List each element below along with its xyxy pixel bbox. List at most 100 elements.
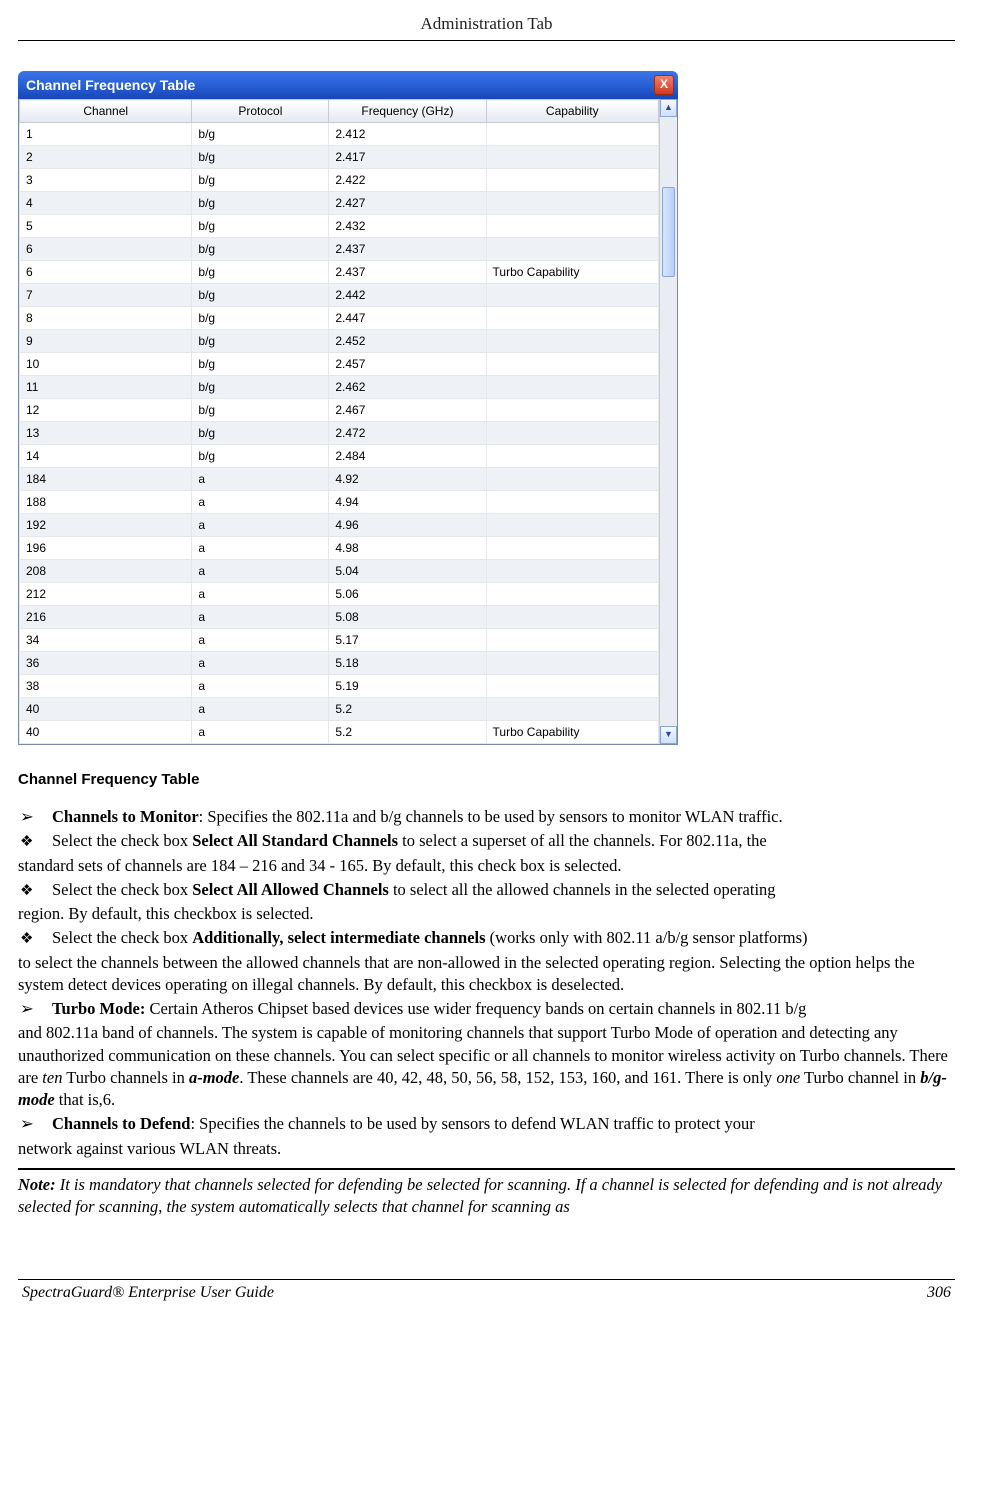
col-channel[interactable]: Channel xyxy=(20,100,192,123)
cell-cap xyxy=(486,399,658,422)
cell-freq: 2.442 xyxy=(329,284,486,307)
table-row[interactable]: 13b/g2.472 xyxy=(20,422,659,445)
table-row[interactable]: 10b/g2.457 xyxy=(20,353,659,376)
b1-rest: : Specifies the 802.11a and b/g channels… xyxy=(199,807,783,826)
cell-ch: 40 xyxy=(20,721,192,744)
cell-freq: 4.94 xyxy=(329,491,486,514)
note-label: Note: xyxy=(18,1175,56,1194)
col-protocol[interactable]: Protocol xyxy=(192,100,329,123)
cell-freq: 5.19 xyxy=(329,675,486,698)
scroll-thumb[interactable] xyxy=(662,187,675,277)
cell-freq: 5.04 xyxy=(329,560,486,583)
body-text: ➢ Channels to Monitor: Specifies the 802… xyxy=(18,806,955,1160)
cell-ch: 9 xyxy=(20,330,192,353)
footer-page-number: 306 xyxy=(927,1284,951,1302)
table-row[interactable]: 188a4.94 xyxy=(20,491,659,514)
cell-freq: 4.96 xyxy=(329,514,486,537)
cell-ch: 4 xyxy=(20,192,192,215)
page-header-title: Administration Tab xyxy=(18,14,955,40)
table-row[interactable]: 6b/g2.437 xyxy=(20,238,659,261)
close-icon[interactable]: X xyxy=(654,75,674,95)
table-row[interactable]: 11b/g2.462 xyxy=(20,376,659,399)
cell-proto: b/g xyxy=(192,192,329,215)
col-frequency[interactable]: Frequency (GHz) xyxy=(329,100,486,123)
table-row[interactable]: 4b/g2.427 xyxy=(20,192,659,215)
cell-ch: 212 xyxy=(20,583,192,606)
bullet-intermediate-channels: Select the check box Additionally, selec… xyxy=(52,927,955,949)
table-row[interactable]: 9b/g2.452 xyxy=(20,330,659,353)
cell-ch: 38 xyxy=(20,675,192,698)
cell-freq: 2.437 xyxy=(329,261,486,284)
table-row[interactable]: 196a4.98 xyxy=(20,537,659,560)
cell-freq: 2.437 xyxy=(329,238,486,261)
col-capability[interactable]: Capability xyxy=(486,100,658,123)
cell-freq: 2.462 xyxy=(329,376,486,399)
cell-proto: b/g xyxy=(192,353,329,376)
table-row[interactable]: 8b/g2.447 xyxy=(20,307,659,330)
table-row[interactable]: 34a5.17 xyxy=(20,629,659,652)
cell-proto: b/g xyxy=(192,422,329,445)
cell-ch: 192 xyxy=(20,514,192,537)
table-row[interactable]: 5b/g2.432 xyxy=(20,215,659,238)
table-row[interactable]: 184a4.92 xyxy=(20,468,659,491)
table-row[interactable]: 40a5.2 xyxy=(20,698,659,721)
cell-proto: a xyxy=(192,652,329,675)
b3-post: to select all the allowed channels in th… xyxy=(389,880,776,899)
cell-proto: b/g xyxy=(192,399,329,422)
cell-proto: a xyxy=(192,629,329,652)
bullet-allowed-channels: Select the check box Select All Allowed … xyxy=(52,879,955,901)
cell-proto: b/g xyxy=(192,307,329,330)
table-row[interactable]: 212a5.06 xyxy=(20,583,659,606)
cell-freq: 5.2 xyxy=(329,698,486,721)
table-row[interactable]: 216a5.08 xyxy=(20,606,659,629)
cell-cap xyxy=(486,514,658,537)
cell-proto: a xyxy=(192,583,329,606)
arrow-icon: ➢ xyxy=(18,1113,52,1135)
footer-left: SpectraGuard® Enterprise User Guide xyxy=(22,1284,274,1302)
cell-freq: 5.2 xyxy=(329,721,486,744)
cell-ch: 10 xyxy=(20,353,192,376)
table-row[interactable]: 14b/g2.484 xyxy=(20,445,659,468)
cell-freq: 5.06 xyxy=(329,583,486,606)
cell-proto: b/g xyxy=(192,169,329,192)
cell-ch: 208 xyxy=(20,560,192,583)
cell-ch: 3 xyxy=(20,169,192,192)
scroll-track[interactable] xyxy=(660,117,677,726)
cell-ch: 14 xyxy=(20,445,192,468)
table-row[interactable]: 2b/g2.417 xyxy=(20,146,659,169)
b2-cont: standard sets of channels are 184 – 216 … xyxy=(18,855,955,877)
cell-cap xyxy=(486,468,658,491)
section-title: Channel Frequency Table xyxy=(18,771,955,788)
cell-freq: 4.92 xyxy=(329,468,486,491)
table-row[interactable]: 192a4.96 xyxy=(20,514,659,537)
vertical-scrollbar[interactable]: ▲ ▼ xyxy=(659,99,677,744)
cell-cap xyxy=(486,307,658,330)
cell-cap xyxy=(486,422,658,445)
cell-freq: 2.457 xyxy=(329,353,486,376)
arrow-icon: ➢ xyxy=(18,806,52,828)
bullet-turbo-mode: Turbo Mode: Certain Atheros Chipset base… xyxy=(52,998,955,1020)
table-row[interactable]: 208a5.04 xyxy=(20,560,659,583)
table-row[interactable]: 7b/g2.442 xyxy=(20,284,659,307)
table-row[interactable]: 40a5.2Turbo Capability xyxy=(20,721,659,744)
table-row[interactable]: 12b/g2.467 xyxy=(20,399,659,422)
cell-freq: 5.08 xyxy=(329,606,486,629)
cell-freq: 2.452 xyxy=(329,330,486,353)
table-row[interactable]: 38a5.19 xyxy=(20,675,659,698)
cell-freq: 2.432 xyxy=(329,215,486,238)
cell-cap xyxy=(486,238,658,261)
table-row[interactable]: 6b/g2.437Turbo Capability xyxy=(20,261,659,284)
window-titlebar: Channel Frequency Table X xyxy=(18,71,678,99)
cell-cap: Turbo Capability xyxy=(486,721,658,744)
b4-cont: to select the channels between the allow… xyxy=(18,952,955,997)
scroll-up-icon[interactable]: ▲ xyxy=(660,99,677,117)
bullet-channels-to-monitor: Channels to Monitor: Specifies the 802.1… xyxy=(52,806,955,828)
cell-freq: 2.422 xyxy=(329,169,486,192)
table-row[interactable]: 1b/g2.412 xyxy=(20,123,659,146)
table-row[interactable]: 3b/g2.422 xyxy=(20,169,659,192)
table-row[interactable]: 36a5.18 xyxy=(20,652,659,675)
b5-rest: Certain Atheros Chipset based devices us… xyxy=(145,999,806,1018)
bullet-channels-to-defend: Channels to Defend: Specifies the channe… xyxy=(52,1113,955,1135)
scroll-down-icon[interactable]: ▼ xyxy=(660,726,677,744)
cell-ch: 8 xyxy=(20,307,192,330)
